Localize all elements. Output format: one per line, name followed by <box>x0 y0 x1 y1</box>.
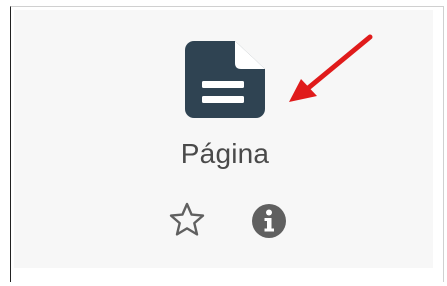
red-arrow-annotation <box>289 34 373 102</box>
file-text-icon[interactable] <box>185 41 265 118</box>
info-circle-icon[interactable] <box>250 202 288 240</box>
star-outline-icon[interactable] <box>168 201 206 239</box>
activity-label[interactable]: Página <box>140 138 310 170</box>
